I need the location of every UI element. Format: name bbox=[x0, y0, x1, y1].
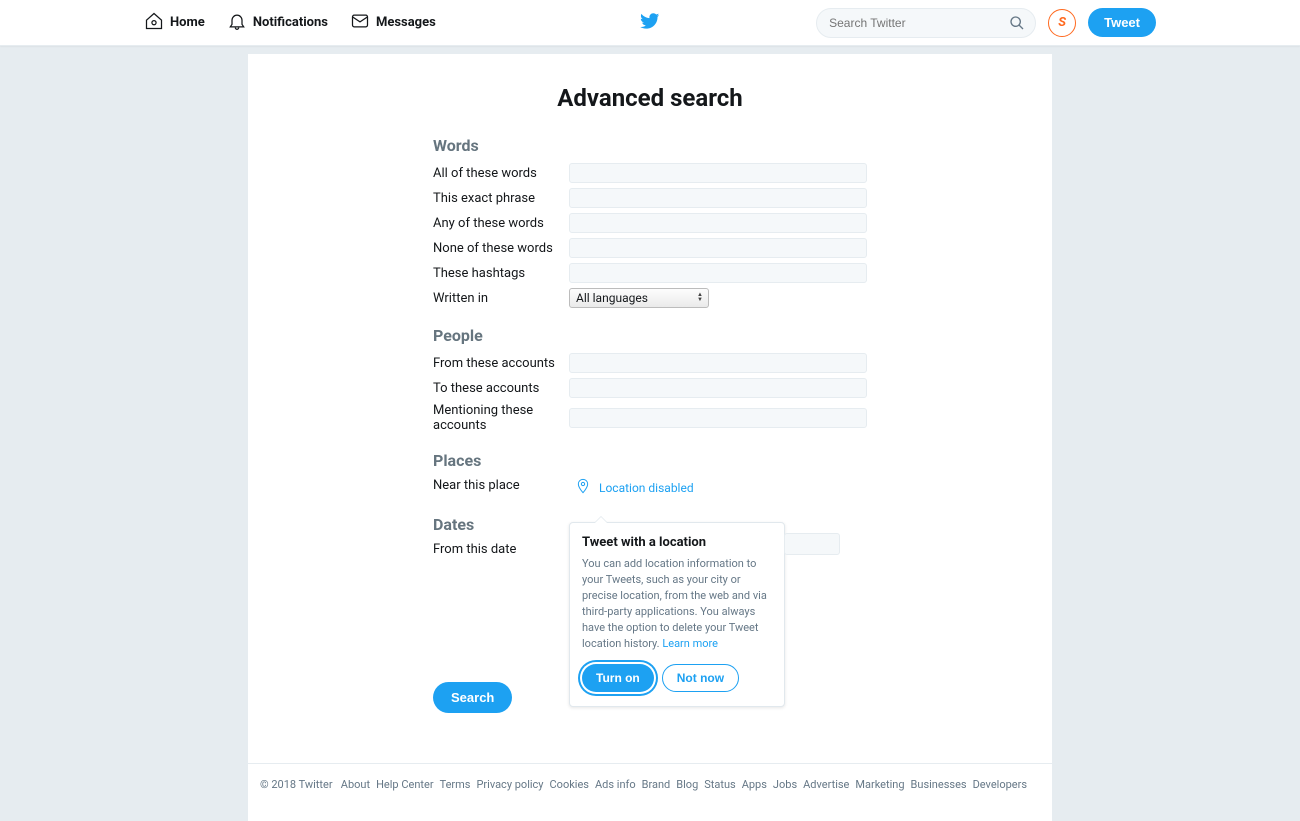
label-any-words: Any of these words bbox=[433, 216, 569, 231]
section-words-heading: Words bbox=[433, 136, 867, 155]
label-near-place: Near this place bbox=[433, 478, 569, 493]
bell-icon bbox=[227, 11, 247, 35]
section-people-heading: People bbox=[433, 326, 867, 345]
input-exact-phrase[interactable] bbox=[569, 188, 867, 208]
input-mentioning-accounts[interactable] bbox=[569, 408, 867, 428]
footer-link[interactable]: Apps bbox=[742, 778, 767, 791]
label-exact-phrase: This exact phrase bbox=[433, 191, 569, 206]
footer-link[interactable]: Marketing bbox=[855, 778, 904, 791]
footer-link[interactable]: Help Center bbox=[376, 778, 434, 791]
input-any-words[interactable] bbox=[569, 213, 867, 233]
label-from-accounts: From these accounts bbox=[433, 356, 569, 371]
footer: © 2018 Twitter About Help Center Terms Priv… bbox=[248, 763, 1052, 821]
select-language[interactable]: All languages ▲▼ bbox=[569, 288, 709, 308]
avatar-initial: S bbox=[1058, 15, 1066, 30]
input-none-words[interactable] bbox=[569, 238, 867, 258]
page-title: Advanced search bbox=[248, 84, 1052, 112]
home-icon bbox=[144, 11, 164, 35]
twitter-logo[interactable] bbox=[640, 11, 660, 35]
nav-messages-label: Messages bbox=[376, 15, 436, 30]
nav-messages[interactable]: Messages bbox=[350, 11, 436, 35]
avatar[interactable]: S bbox=[1048, 9, 1076, 37]
learn-more-link[interactable]: Learn more bbox=[662, 637, 718, 650]
location-disabled-text: Location disabled bbox=[599, 481, 694, 495]
footer-link[interactable]: Brand bbox=[642, 778, 671, 791]
search-icon bbox=[1009, 15, 1025, 35]
input-from-date-peek[interactable] bbox=[784, 533, 840, 555]
advanced-search-page: Advanced search Words All of these words… bbox=[248, 54, 1052, 763]
location-popover: Tweet with a location You can add locati… bbox=[569, 522, 785, 707]
input-from-accounts[interactable] bbox=[569, 353, 867, 373]
nav-home[interactable]: Home bbox=[144, 11, 205, 35]
footer-link[interactable]: About bbox=[341, 778, 370, 791]
footer-link[interactable]: Businesses bbox=[911, 778, 967, 791]
tweet-button[interactable]: Tweet bbox=[1088, 8, 1156, 37]
search-button[interactable]: Search bbox=[433, 682, 512, 713]
label-to-accounts: To these accounts bbox=[433, 381, 569, 396]
mail-icon bbox=[350, 11, 370, 35]
label-from-date: From this date bbox=[433, 542, 569, 557]
label-all-words: All of these words bbox=[433, 166, 569, 181]
select-caret-icon: ▲▼ bbox=[697, 292, 703, 302]
turn-on-button[interactable]: Turn on bbox=[582, 664, 654, 692]
location-pin-icon bbox=[575, 478, 591, 497]
popover-title: Tweet with a location bbox=[582, 535, 772, 550]
footer-link[interactable]: Terms bbox=[440, 778, 471, 791]
not-now-button[interactable]: Not now bbox=[662, 664, 739, 692]
select-language-value: All languages bbox=[576, 291, 648, 305]
popover-body: You can add location information to your… bbox=[582, 556, 772, 652]
input-all-words[interactable] bbox=[569, 163, 867, 183]
global-search-input[interactable] bbox=[829, 16, 1003, 30]
label-written-in: Written in bbox=[433, 291, 569, 306]
nav-notifications[interactable]: Notifications bbox=[227, 11, 328, 35]
label-none-words: None of these words bbox=[433, 241, 569, 256]
input-hashtags[interactable] bbox=[569, 263, 867, 283]
footer-link[interactable]: Developers bbox=[973, 778, 1027, 791]
footer-link[interactable]: Jobs bbox=[773, 778, 797, 791]
section-places-heading: Places bbox=[433, 451, 867, 470]
input-to-accounts[interactable] bbox=[569, 378, 867, 398]
footer-link[interactable]: Advertise bbox=[803, 778, 849, 791]
location-disabled[interactable]: Location disabled bbox=[575, 478, 867, 497]
footer-link[interactable]: Blog bbox=[676, 778, 698, 791]
nav-home-label: Home bbox=[170, 15, 205, 30]
footer-link[interactable]: Ads info bbox=[595, 778, 636, 791]
label-hashtags: These hashtags bbox=[433, 266, 569, 281]
nav-notifications-label: Notifications bbox=[253, 15, 328, 30]
footer-link[interactable]: Status bbox=[704, 778, 735, 791]
label-mentioning-accounts: Mentioning these accounts bbox=[433, 403, 569, 433]
footer-link[interactable]: Cookies bbox=[550, 778, 589, 791]
footer-link[interactable]: Privacy policy bbox=[476, 778, 543, 791]
footer-copyright: © 2018 Twitter bbox=[260, 778, 333, 791]
global-search[interactable] bbox=[816, 8, 1036, 38]
top-nav: Home Notifications Messages bbox=[0, 0, 1300, 46]
